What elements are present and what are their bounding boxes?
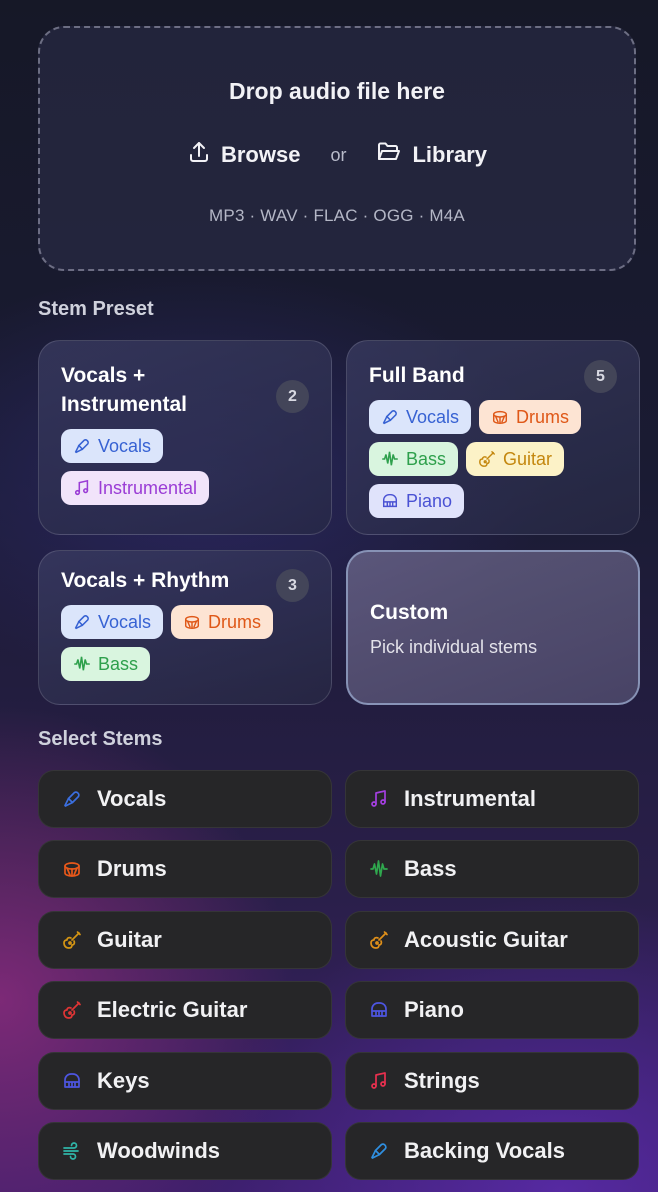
preset-vocals-rhythm[interactable]: Vocals + Rhythm 3 Vocals Drums Bass: [38, 550, 332, 705]
chip-vocals: Vocals: [369, 400, 472, 434]
stem-option-acoustic-guitar[interactable]: Acoustic Guitar: [345, 910, 639, 969]
browse-button[interactable]: Browse: [187, 140, 300, 170]
stem-label: Bass: [404, 856, 457, 882]
guitar-icon: [479, 451, 495, 467]
custom-subtitle: Pick individual stems: [370, 637, 538, 657]
drum-icon: [493, 410, 508, 425]
guitar-icon: [61, 999, 83, 1021]
stem-option-piano[interactable]: Piano: [345, 981, 639, 1040]
stem-label: Drums: [97, 856, 167, 882]
preset-custom[interactable]: Custom Pick individual stems: [346, 550, 640, 705]
stem-count-badge: 5: [584, 360, 617, 393]
waveform-icon: [382, 451, 398, 466]
drum-icon: [61, 858, 83, 880]
chip-vocals: Vocals: [61, 605, 164, 639]
stem-label: Woodwinds: [97, 1138, 221, 1163]
preset-title: Vocals + Rhythm: [61, 569, 230, 592]
guitar-icon: [61, 929, 83, 951]
stem-label: Strings: [404, 1067, 480, 1093]
preset-vocals-instrumental[interactable]: Vocals + Instrumental 2 Vocals Instrumen…: [38, 340, 332, 535]
preset-chips: Vocals Instrumental: [61, 429, 309, 505]
stem-option-strings[interactable]: Strings: [345, 1051, 639, 1110]
library-label: Library: [412, 142, 488, 167]
waveform-icon: [368, 858, 390, 880]
chip-bass: Bass: [61, 647, 151, 681]
library-button[interactable]: Library: [376, 140, 487, 170]
stem-option-vocals[interactable]: Vocals: [38, 770, 332, 828]
or-separator: or: [330, 144, 347, 165]
wind-icon: [61, 1140, 83, 1162]
stem-label: Instrumental: [404, 786, 537, 811]
stem-option-bass[interactable]: Bass: [345, 840, 639, 899]
audio-dropzone[interactable]: Drop audio file here Browse or Library M…: [38, 26, 636, 271]
stem-preset-heading: Stem Preset: [38, 298, 154, 320]
stem-option-backing-vocals[interactable]: Backing Vocals: [345, 1122, 639, 1180]
stem-option-drums[interactable]: Drums: [38, 840, 332, 899]
drum-icon: [185, 615, 200, 630]
chip-drums: Drums: [479, 400, 582, 434]
guitar-icon: [368, 929, 390, 951]
upload-icon: [187, 140, 211, 170]
dropzone-title: Drop audio file here: [229, 78, 445, 104]
chip-bass: Bass: [369, 442, 459, 476]
preset-title: Vocals + Instrumental: [61, 364, 188, 416]
microphone-icon: [368, 1140, 390, 1162]
piano-icon: [382, 493, 398, 508]
chip-guitar: Guitar: [466, 442, 565, 476]
music-note-icon: [368, 788, 390, 810]
chip-drums: Drums: [171, 605, 274, 639]
stem-option-guitar[interactable]: Guitar: [38, 910, 332, 969]
preset-title: Full Band: [369, 364, 465, 387]
select-stems-heading: Select Stems: [38, 728, 163, 750]
microphone-icon: [74, 439, 89, 454]
piano-icon: [61, 1070, 83, 1092]
preset-chips: Vocals Drums Bass: [61, 605, 309, 681]
chip-vocals: Vocals: [61, 429, 164, 463]
preset-chips: Vocals Drums Bass Guitar Piano: [369, 400, 617, 518]
stem-count-badge: 3: [276, 569, 309, 602]
stem-option-keys[interactable]: Keys: [38, 1051, 332, 1110]
chip-instrumental: Instrumental: [61, 471, 210, 505]
stem-label: Backing Vocals: [404, 1138, 565, 1163]
dropzone-actions: Browse or Library: [40, 140, 634, 170]
waveform-icon: [74, 656, 90, 671]
preset-full-band[interactable]: Full Band 5 Vocals Drums Bass Guitar Pia…: [346, 340, 640, 535]
folder-open-icon: [376, 140, 402, 170]
music-note-icon: [74, 479, 89, 496]
supported-formats: MP3 · WAV · FLAC · OGG · M4A: [209, 206, 465, 225]
stem-label: Electric Guitar: [97, 997, 248, 1023]
stem-count-badge: 2: [276, 380, 309, 413]
stem-label: Piano: [404, 997, 464, 1023]
stem-label: Vocals: [97, 786, 167, 811]
music-note-icon: [368, 1070, 390, 1092]
microphone-icon: [382, 410, 397, 425]
microphone-icon: [61, 788, 83, 810]
stem-label: Guitar: [97, 926, 162, 952]
stem-option-electric-guitar[interactable]: Electric Guitar: [38, 981, 332, 1040]
custom-title: Custom: [370, 601, 449, 624]
stem-label: Keys: [97, 1067, 150, 1093]
stem-option-instrumental[interactable]: Instrumental: [345, 770, 639, 828]
browse-label: Browse: [220, 142, 301, 167]
piano-icon: [368, 999, 390, 1021]
chip-piano: Piano: [369, 484, 465, 518]
stem-label: Acoustic Guitar: [404, 926, 568, 952]
stem-option-woodwinds[interactable]: Woodwinds: [38, 1122, 332, 1180]
microphone-icon: [74, 615, 89, 630]
